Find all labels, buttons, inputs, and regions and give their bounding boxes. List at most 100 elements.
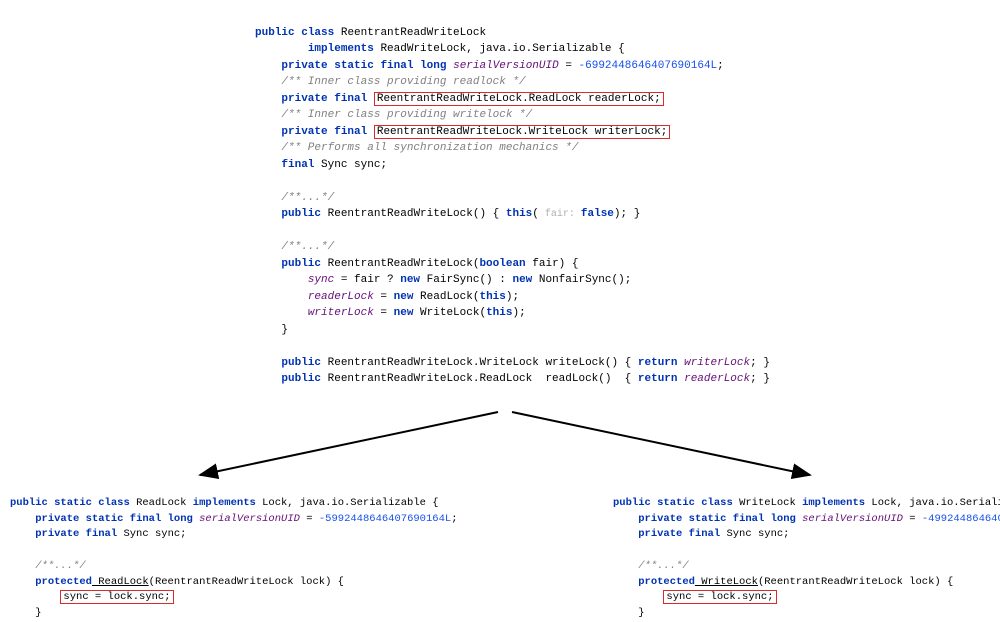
writelock-method: ReentrantReadWriteLock.WriteLock writeLo… [328, 357, 638, 369]
kw-private: private [35, 513, 79, 525]
arrow-to-readlock [200, 412, 498, 475]
nonfairsync: NonfairSync(); [532, 274, 631, 286]
ctor-writelock-name: WriteLock [695, 576, 758, 588]
kw-final: final [86, 528, 118, 540]
kw-protected: protected [35, 576, 92, 588]
eq: = [374, 291, 394, 303]
class-name-writelock: WriteLock [733, 497, 802, 509]
doc-comment: /**...*/ [35, 560, 85, 572]
end: ; } [750, 357, 770, 369]
kw-private: private [281, 126, 327, 138]
kw-long: long [771, 513, 796, 525]
semi: ; [717, 60, 724, 72]
class-name: ReentrantReadWriteLock [341, 27, 486, 39]
ctor-readlock-name: ReadLock [92, 576, 149, 588]
kw-public: public [255, 27, 295, 39]
ctor-sig: (ReentrantReadWriteLock lock) { [149, 576, 344, 588]
sync-decl: Sync sync; [321, 159, 387, 171]
kw-private: private [35, 528, 79, 540]
kw-final: final [689, 528, 721, 540]
kw-private: private [281, 93, 327, 105]
kw-protected: protected [638, 576, 695, 588]
kw-this: this [479, 291, 505, 303]
doc-comment-2: /**...*/ [281, 241, 334, 253]
impl-list: ReadWriteLock, java.io.Serializable { [380, 43, 624, 55]
ctor-fair-param: fair) { [526, 258, 579, 270]
end: ; } [750, 373, 770, 385]
kw-class: class [98, 497, 130, 509]
kw-static: static [54, 497, 92, 509]
kw-this: this [486, 307, 512, 319]
kw-final: final [281, 159, 314, 171]
ctor-fair-name: ReentrantReadWriteLock( [328, 258, 480, 270]
comment-writelock: /** Inner class providing writelock */ [281, 109, 532, 121]
kw-static: static [689, 513, 727, 525]
eq: = [903, 513, 922, 525]
eq: = [374, 307, 394, 319]
ctor-sig: (ReentrantReadWriteLock lock) { [758, 576, 953, 588]
kw-new: new [400, 274, 420, 286]
kw-final: final [733, 513, 765, 525]
main-code-block: public class ReentrantReadWriteLock impl… [255, 8, 770, 388]
end: ); [506, 291, 519, 303]
kw-public: public [281, 208, 321, 220]
writerlock-assign: writerLock [308, 307, 374, 319]
impl-list: Lock, java.io.Serializable { [256, 497, 439, 509]
kw-false: false [581, 208, 614, 220]
ctor-noarg: ReentrantReadWriteLock() { [328, 208, 500, 220]
kw-final: final [334, 126, 367, 138]
readerlock-ret: readerLock [678, 373, 751, 385]
kw-new: new [394, 291, 414, 303]
eq: = [300, 513, 319, 525]
svu-num: -6992448646407690164L [579, 60, 718, 72]
kw-new: new [512, 274, 532, 286]
kw-long: long [420, 60, 446, 72]
param-hint-fair: fair: [539, 209, 581, 220]
eq: = [559, 60, 579, 72]
readlock-code-block: public static class ReadLock implements … [10, 480, 458, 622]
kw-final: final [334, 93, 367, 105]
close-brace: } [638, 607, 644, 619]
kw-final: final [380, 60, 413, 72]
kw-public: public [281, 357, 321, 369]
readlock-method: ReentrantReadWriteLock.ReadLock readLock… [328, 373, 638, 385]
svu-field: serialVersionUID [199, 513, 300, 525]
kw-static: static [657, 497, 695, 509]
arrow-to-writelock [512, 412, 810, 475]
sync-decl: Sync sync; [720, 528, 789, 540]
doc-comment-1: /**...*/ [281, 192, 334, 204]
comment-readlock: /** Inner class providing readlock */ [281, 76, 525, 88]
kw-static: static [334, 60, 374, 72]
kw-public: public [613, 497, 651, 509]
kw-implements: implements [308, 43, 374, 55]
semi: ; [451, 513, 457, 525]
close-brace: } [281, 324, 288, 336]
kw-private: private [638, 513, 682, 525]
kw-return: return [638, 357, 678, 369]
svu-field: serialVersionUID [802, 513, 903, 525]
readlock-ctor: ReadLock( [413, 291, 479, 303]
kw-private: private [638, 528, 682, 540]
writelock-ctor: WriteLock( [413, 307, 486, 319]
comment-sync: /** Performs all synchronization mechani… [281, 142, 578, 154]
kw-class: class [701, 497, 733, 509]
impl-list: Lock, java.io.Serializable { [865, 497, 1000, 509]
kw-public: public [281, 258, 321, 270]
kw-this: this [506, 208, 532, 220]
class-name-readlock: ReadLock [130, 497, 193, 509]
kw-public: public [281, 373, 321, 385]
ctor-end: ); } [614, 208, 640, 220]
kw-new: new [394, 307, 414, 319]
kw-long: long [168, 513, 193, 525]
diagram-arrows [0, 410, 1000, 480]
kw-final: final [130, 513, 162, 525]
readerlock-declaration-box: ReentrantReadWriteLock.ReadLock readerLo… [374, 92, 664, 106]
kw-static: static [86, 513, 124, 525]
close-brace: } [35, 607, 41, 619]
kw-class: class [301, 27, 334, 39]
fairsync: FairSync() : [420, 274, 512, 286]
kw-public: public [10, 497, 48, 509]
sync-assign-box: sync = lock.sync; [663, 590, 776, 604]
sync-decl: Sync sync; [117, 528, 186, 540]
sync-assign: sync [308, 274, 334, 286]
